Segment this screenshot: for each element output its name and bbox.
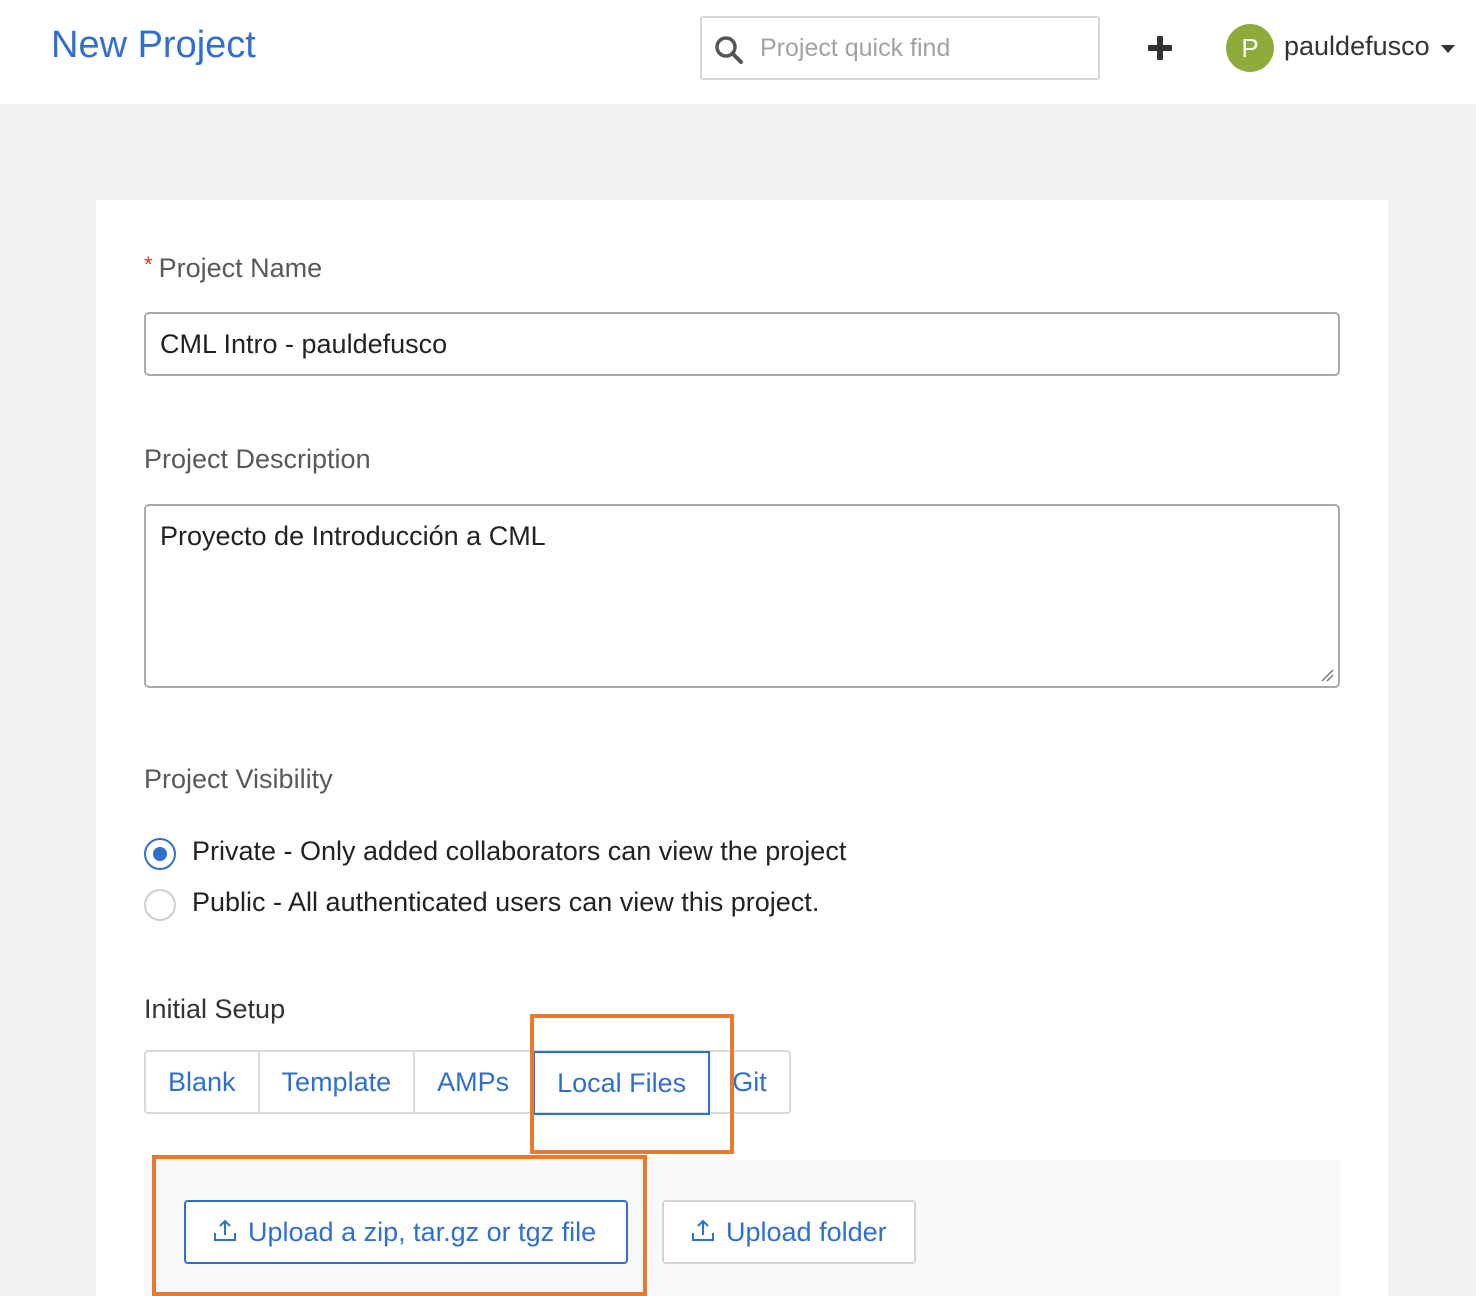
upload-folder-label: Upload folder [726,1217,887,1247]
visibility-option-public[interactable]: Public - All authenticated users can vie… [144,887,944,923]
project-name-label-text: Project Name [158,253,323,283]
required-mark: * [144,252,153,277]
upload-file-button[interactable]: Upload a zip, tar.gz or tgz file [184,1200,628,1264]
visibility-private-label: Private - Only added collaborators can v… [192,836,847,866]
tab-template[interactable]: Template [260,1052,416,1112]
tab-git[interactable]: Git [710,1052,789,1112]
initial-setup-tabs: Blank Template AMPs Local Files Git [144,1050,791,1115]
project-description-text: Proyecto de Introducción a CML [160,521,546,551]
avatar: P [1226,24,1274,72]
upload-file-label: Upload a zip, tar.gz or tgz file [248,1217,597,1247]
add-icon[interactable] [1142,30,1178,66]
visibility-public-label: Public - All authenticated users can vie… [192,887,820,917]
project-name-input[interactable]: CML Intro - pauldefusco [144,312,1340,376]
visibility-option-private[interactable]: Private - Only added collaborators can v… [144,836,944,872]
upload-icon [692,1219,714,1241]
upload-area: Upload a zip, tar.gz or tgz file Upload … [144,1160,1340,1296]
top-bar: New Project P pauldefusco [0,0,1476,104]
search-icon [715,36,743,64]
project-search-box[interactable] [700,16,1100,80]
new-project-form: * Project Name CML Intro - pauldefusco Pr… [96,200,1388,1296]
username: pauldefusco [1284,31,1430,61]
project-visibility-label: Project Visibility [144,764,333,794]
radio-public[interactable] [144,889,176,921]
project-description-label: Project Description [144,444,371,474]
page-title: New Project [51,24,256,66]
upload-folder-button[interactable]: Upload folder [662,1200,916,1264]
tab-blank[interactable]: Blank [146,1052,260,1112]
initial-setup-label: Initial Setup [144,994,286,1024]
project-name-label: * Project Name [144,252,322,284]
resize-grip-icon[interactable] [1320,668,1334,682]
project-description-input[interactable]: Proyecto de Introducción a CML [144,504,1340,688]
radio-private[interactable] [144,838,176,870]
chevron-down-icon [1441,45,1455,53]
tab-amps[interactable]: AMPs [415,1052,534,1112]
tab-local-files[interactable]: Local Files [533,1051,711,1115]
user-menu[interactable]: P pauldefusco [1224,22,1464,74]
search-input[interactable] [760,28,1090,68]
upload-icon [214,1219,236,1241]
